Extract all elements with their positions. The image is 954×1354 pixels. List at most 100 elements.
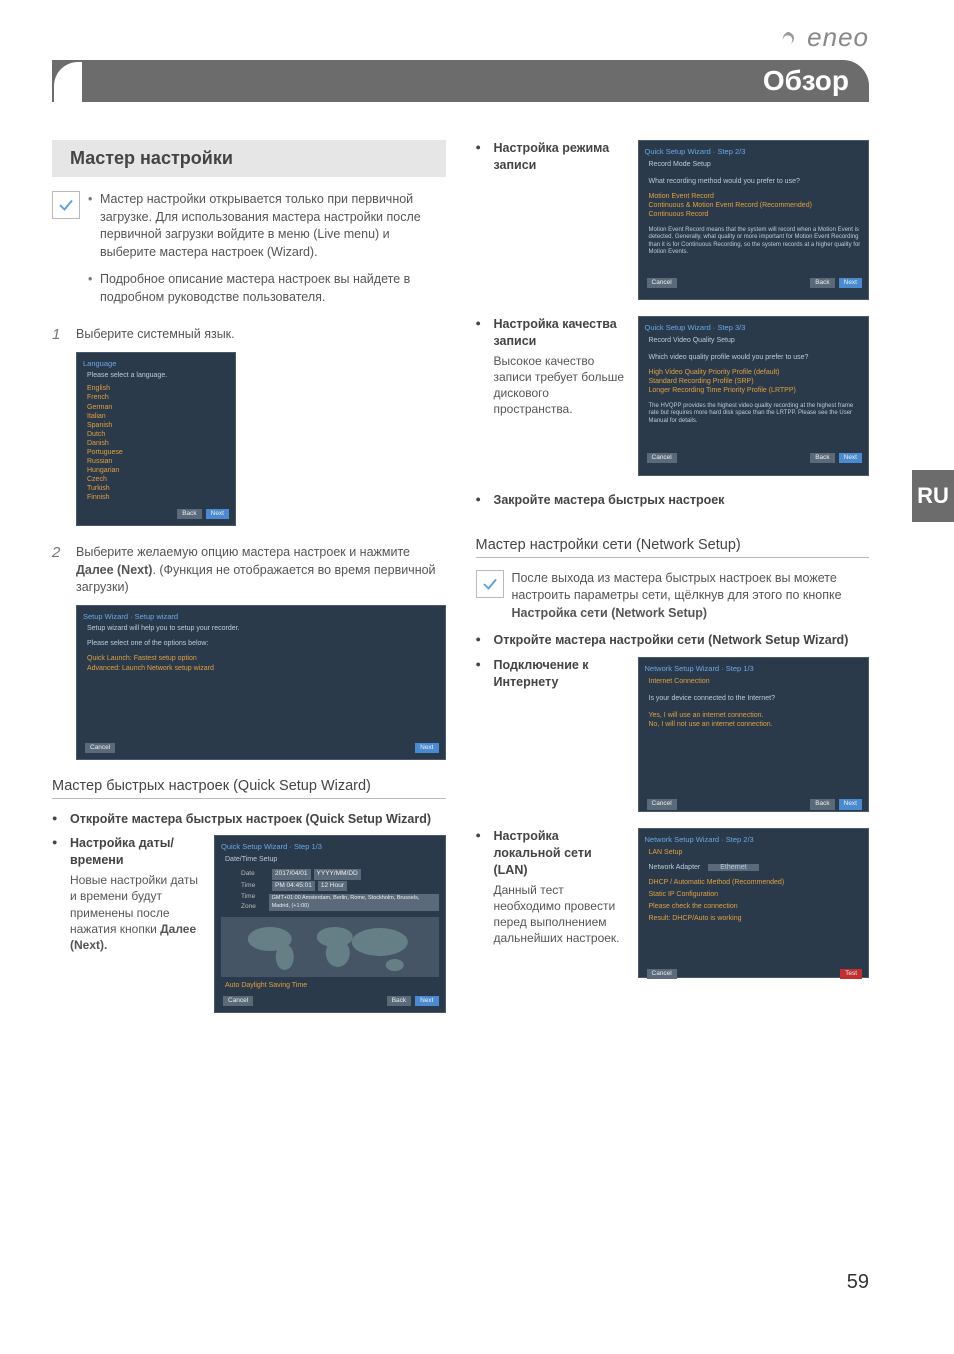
note-item: Подробное описание мастера настроек вы н… xyxy=(88,271,446,306)
bullet-label: Настройка локальной сети (LAN) xyxy=(494,829,592,877)
step-number: 2 xyxy=(52,544,76,597)
step-number: 1 xyxy=(52,326,76,344)
cancel-button: Cancel xyxy=(85,743,115,753)
cancel-button: Cancel xyxy=(647,453,677,463)
bullet-lan: Настройка локальной сети (LAN) Данный те… xyxy=(476,828,626,946)
shot-option: Continuous & Motion Event Record (Recomm… xyxy=(645,201,863,210)
lang-opt: Turkish xyxy=(83,484,229,493)
shot-subtitle: Record Mode Setup xyxy=(645,160,863,169)
shot-line: Is your device connected to the Internet… xyxy=(645,694,863,703)
page-header: Обзор xyxy=(52,60,869,102)
note-part: После выхода из мастера быстрых настроек… xyxy=(512,571,842,603)
lang-opt: Danish xyxy=(83,439,229,448)
lang-opt: English xyxy=(83,384,229,393)
next-button: Next xyxy=(839,278,862,288)
test-button: Test xyxy=(840,969,862,979)
shot-title: Quick Setup Wizard · Step 3/3 xyxy=(645,323,863,333)
shot-title: Language xyxy=(83,359,229,369)
shot-option: Please check the connection xyxy=(645,902,863,911)
shot-note: The HVQPP provides the highest video qua… xyxy=(645,403,863,425)
date-value: 2017/04/01 xyxy=(272,869,311,879)
shot-title: Setup Wizard · Setup wizard xyxy=(83,612,439,622)
brand-text: eneo xyxy=(807,22,869,52)
shot-option: High Video Quality Priority Profile (def… xyxy=(645,368,863,377)
section-title: Мастер настройки xyxy=(52,140,446,177)
back-button: Back xyxy=(177,509,201,519)
shot-option: Quick Launch: Fastest setup option xyxy=(83,654,439,663)
cancel-button: Cancel xyxy=(647,278,677,288)
back-button: Back xyxy=(810,453,834,463)
cancel-button: Cancel xyxy=(647,969,677,979)
screenshot-rec-quality: Quick Setup Wizard · Step 3/3 Record Vid… xyxy=(638,316,870,476)
shot-title: Quick Setup Wizard · Step 2/3 xyxy=(645,147,863,157)
time-value: PM 04:45:01 xyxy=(272,881,315,891)
world-map-graphic xyxy=(221,917,439,977)
shot-option: Continuous Record xyxy=(645,210,863,219)
screenshot-language: Language Please select a language. Engli… xyxy=(76,352,236,527)
back-button: Back xyxy=(810,799,834,809)
bullet-rec-mode: Настройка режима записи xyxy=(476,140,626,174)
shot-line: What recording method would you prefer t… xyxy=(645,177,863,186)
next-button: Next xyxy=(839,799,862,809)
lang-opt: Italian xyxy=(83,412,229,421)
right-column: Настройка режима записи Quick Setup Wiza… xyxy=(476,140,870,1029)
shot-note: Motion Event Record means that the syste… xyxy=(645,227,863,256)
shot-prompt: Please select a language. xyxy=(83,371,229,380)
cancel-button: Cancel xyxy=(223,996,253,1006)
back-button: Back xyxy=(387,996,411,1006)
step-text: Выберите желаемую опцию мастера настроек… xyxy=(76,544,446,597)
step-text-part: Выберите желаемую опцию мастера настроек… xyxy=(76,545,410,559)
shot-option: No, I will not use an internet connectio… xyxy=(645,720,863,729)
page-header-text: Обзор xyxy=(763,65,849,96)
screenshot-lan: Network Setup Wizard · Step 2/3 LAN Setu… xyxy=(638,828,870,978)
lang-opt: Dutch xyxy=(83,430,229,439)
shot-subtitle: Date/Time Setup xyxy=(221,855,439,864)
time-label: Time xyxy=(241,881,269,891)
shot-title: Quick Setup Wizard · Step 1/3 xyxy=(221,842,439,852)
page-number: 59 xyxy=(847,1271,869,1294)
next-button: Next xyxy=(415,996,438,1006)
lang-opt: Finnish xyxy=(83,493,229,502)
left-column: Мастер настройки Мастер настройки открыв… xyxy=(52,140,446,1029)
bullet-close-quick: Закройте мастера быстрых настроек xyxy=(476,492,870,509)
tz-label: Time Zone xyxy=(241,892,266,913)
lang-opt: French xyxy=(83,393,229,402)
subsection-heading: Мастер быстрых настроек (Quick Setup Wiz… xyxy=(52,778,446,799)
swirl-icon xyxy=(777,28,799,50)
checkmark-icon xyxy=(52,191,80,219)
checkmark-icon xyxy=(476,570,504,598)
shot-option: Advanced: Launch Network setup wizard xyxy=(83,664,439,673)
lang-opt: German xyxy=(83,403,229,412)
shot-option: Motion Event Record xyxy=(645,192,863,201)
shot-line: Setup wizard will help you to setup your… xyxy=(83,624,439,633)
dst-option: Auto Daylight Saving Time xyxy=(221,981,439,990)
bullet-note: Новые настройки даты и времени будут при… xyxy=(70,872,202,953)
shot-option: DHCP / Automatic Method (Recommended) xyxy=(645,878,863,887)
bullet-datetime: Настройка даты/времени Новые настройки д… xyxy=(52,835,202,953)
date-format: YYYY/MM/DD xyxy=(314,869,361,879)
shot-subtitle: LAN Setup xyxy=(645,848,863,857)
row-label: Network Adapter xyxy=(649,864,701,871)
bullet-open-quick: Откройте мастера быстрых настроек (Quick… xyxy=(52,811,446,828)
bullet-internet: Подключение к Интернету xyxy=(476,657,626,691)
row-value: Ethernet xyxy=(708,864,758,871)
next-button: Next xyxy=(415,743,438,753)
back-button: Back xyxy=(810,278,834,288)
language-tab: RU xyxy=(912,470,954,522)
note-list: Мастер настройки открывается только при … xyxy=(88,191,446,316)
screenshot-datetime: Quick Setup Wizard · Step 1/3 Date/Time … xyxy=(214,835,446,1013)
screenshot-wizard-select: Setup Wizard · Setup wizard Setup wizard… xyxy=(76,605,446,760)
next-button: Next xyxy=(206,509,229,519)
time-format: 12 Hour xyxy=(318,881,347,891)
shot-row: Network Adapter Ethernet xyxy=(645,863,863,872)
net-note: После выхода из мастера быстрых настроек… xyxy=(512,570,870,623)
lang-opt: Hungarian xyxy=(83,466,229,475)
bullet-note: Данный тест необходимо провести перед вы… xyxy=(494,882,626,947)
shot-option: Yes, I will use an internet connection. xyxy=(645,711,863,720)
bullet-label: Настройка качества записи xyxy=(494,317,617,348)
brand-logo: eneo xyxy=(777,22,869,53)
shot-line: Please select one of the options below: xyxy=(83,639,439,648)
bullet-label: Настройка даты/времени xyxy=(70,836,174,867)
bullet-rec-quality: Настройка качества записи Высокое качест… xyxy=(476,316,626,418)
shot-subtitle: Internet Connection xyxy=(645,677,863,686)
